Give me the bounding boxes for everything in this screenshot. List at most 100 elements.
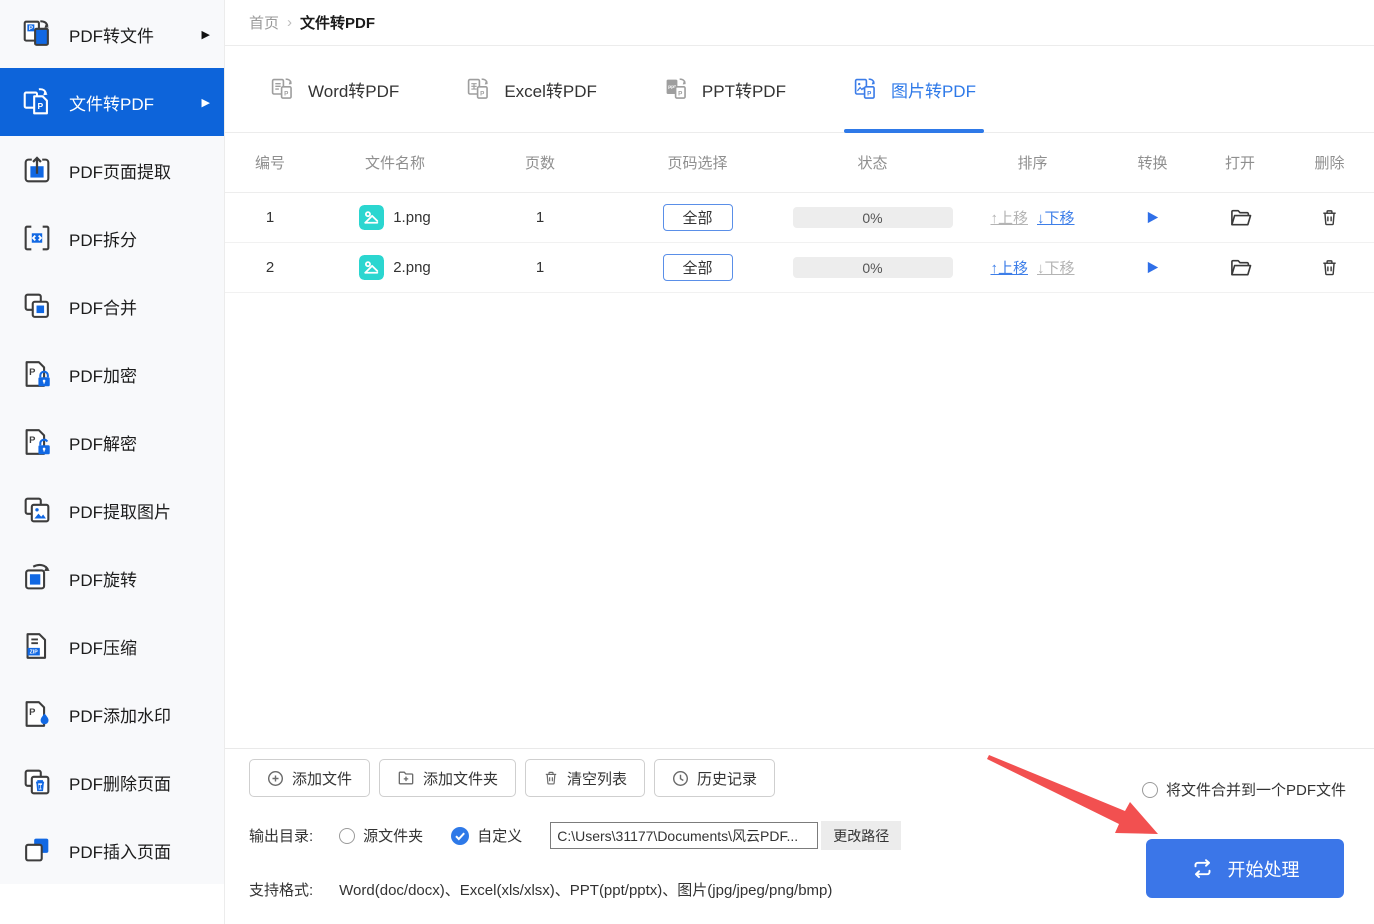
col-header-sort: 排序 <box>1017 155 1048 172</box>
row-filename: 2.png <box>393 259 431 276</box>
page-select-button[interactable]: 全部 <box>662 204 733 231</box>
table-row: 1 1.png 1 全部 0% ↑上移 ↓下移 <box>225 193 1374 243</box>
sidebar-item-watermark[interactable]: P PDF添加水印 <box>0 680 224 748</box>
tab-image-to-pdf[interactable]: P 图片转PDF <box>843 46 984 133</box>
merge-radio[interactable] <box>1141 781 1158 798</box>
conversion-tabs: P Word转PDF P Excel转PDF ppt P PPT转PDF P 图… <box>225 46 1374 133</box>
custom-label: 自定义 <box>477 828 523 845</box>
table-empty-area <box>225 293 1374 748</box>
page-extract-icon <box>24 156 50 183</box>
formats-label: 支持格式: <box>249 882 314 899</box>
formats-value: Word(doc/docx)、Excel(xls/xlsx)、PPT(ppt/p… <box>339 882 833 899</box>
sidebar-item-encrypt[interactable]: P PDF加密 <box>0 340 224 408</box>
sidebar-item-label: PDF删除页面 <box>69 774 171 794</box>
sidebar-item-label: PDF解密 <box>69 434 137 454</box>
png-file-icon <box>359 255 385 280</box>
sidebar-items: P PDF转文件 ▶ P 文件转PDF ▶ PDF页面提取 PDF拆分 PDF合… <box>0 0 224 884</box>
merge-label: 将文件合并到一个PDF文件 <box>1165 782 1346 799</box>
row-filename: 1.png <box>393 209 431 226</box>
sidebar-item-file-to-pdf[interactable]: P 文件转PDF ▶ <box>0 68 224 136</box>
table-header: 编号 文件名称 页数 页码选择 状态 排序 转换 打开 删除 <box>225 133 1374 193</box>
sidebar-item-merge[interactable]: PDF合并 <box>0 272 224 340</box>
delete-row-button[interactable] <box>1285 258 1374 277</box>
list-actions: 添加文件 添加文件夹 清空列表 历史记录 <box>249 759 776 797</box>
pdf-merge-icon <box>24 293 49 318</box>
sidebar-item-label: 文件转PDF <box>69 94 154 114</box>
start-processing-label: 开始处理 <box>1227 859 1300 880</box>
breadcrumb-current: 文件转PDF <box>300 15 376 32</box>
supported-formats-row: 支持格式: Word(doc/docx)、Excel(xls/xlsx)、PPT… <box>249 879 832 900</box>
col-header-page-select: 页码选择 <box>667 155 728 172</box>
add-folder-label: 添加文件夹 <box>423 770 499 788</box>
open-folder-button[interactable] <box>1195 257 1285 278</box>
breadcrumb-separator: › <box>287 14 293 31</box>
clear-list-label: 清空列表 <box>567 770 628 788</box>
sidebar-item-decrypt[interactable]: P PDF解密 <box>0 408 224 476</box>
pdf-encrypt-icon: P <box>25 361 50 387</box>
delete-row-button[interactable] <box>1285 208 1374 227</box>
play-icon <box>1147 211 1159 224</box>
open-folder-button[interactable] <box>1195 207 1285 228</box>
sidebar-item-label: PDF旋转 <box>69 570 137 590</box>
svg-text:P: P <box>29 707 35 718</box>
folder-icon <box>1230 259 1251 276</box>
sidebar-item-extract-image[interactable]: PDF提取图片 <box>0 476 224 544</box>
col-header-index: 编号 <box>254 155 285 172</box>
tab-word-to-pdf[interactable]: P Word转PDF <box>269 46 399 132</box>
pdf-watermark-icon: P <box>25 701 49 727</box>
tab-ppt-to-pdf[interactable]: ppt P PPT转PDF <box>663 46 786 132</box>
col-header-convert: 转换 <box>1137 155 1168 172</box>
row-file: 1.png <box>315 205 475 230</box>
move-up-link[interactable]: ↑上移 <box>990 257 1028 278</box>
clear-list-button[interactable]: 清空列表 <box>525 759 646 797</box>
row-file: 2.png <box>315 255 475 280</box>
add-file-button[interactable]: 添加文件 <box>249 759 371 797</box>
png-file-icon <box>359 205 385 230</box>
pdf-decrypt-icon: P <box>25 429 50 455</box>
output-directory-row: 输出目录: 源文件夹 自定义 更改路径 <box>249 821 902 850</box>
sidebar-item-compress[interactable]: ZIP PDF压缩 <box>0 612 224 680</box>
pdf-to-file-icon: P <box>23 20 49 46</box>
move-down-link[interactable]: ↓下移 <box>1037 207 1075 228</box>
play-icon <box>1147 261 1159 274</box>
output-path-input[interactable] <box>550 822 819 849</box>
custom-radio-checked[interactable] <box>451 826 470 845</box>
svg-text:P: P <box>29 367 35 378</box>
svg-text:P: P <box>867 90 871 97</box>
start-processing-button[interactable]: 开始处理 <box>1146 839 1344 898</box>
clock-icon <box>673 770 689 786</box>
change-path-button[interactable]: 更改路径 <box>821 821 902 850</box>
breadcrumb-home[interactable]: 首页 <box>249 12 279 33</box>
convert-button[interactable] <box>1110 260 1195 275</box>
sidebar-item-label: PDF加密 <box>69 366 137 386</box>
add-folder-button[interactable]: 添加文件夹 <box>379 759 517 797</box>
tab-label: Excel转PDF <box>504 81 597 101</box>
page-select-button[interactable]: 全部 <box>662 254 733 281</box>
sidebar-item-insert-page[interactable]: PDF插入页面 <box>0 816 224 884</box>
sidebar-item-split[interactable]: PDF拆分 <box>0 204 224 272</box>
sidebar-item-page-extract[interactable]: PDF页面提取 <box>0 136 224 204</box>
tab-label: PPT转PDF <box>701 81 786 101</box>
folder-icon <box>1230 209 1251 226</box>
sidebar-item-pdf-to-file[interactable]: P PDF转文件 ▶ <box>0 0 224 68</box>
progress-bar: 0% <box>792 257 953 278</box>
file-to-pdf-icon: P <box>23 88 48 115</box>
sidebar-item-delete-page[interactable]: PDF删除页面 <box>0 748 224 816</box>
pdf-compress-icon: ZIP <box>26 633 47 659</box>
svg-text:P: P <box>29 25 33 32</box>
app-window: P PDF转文件 ▶ P 文件转PDF ▶ PDF页面提取 PDF拆分 PDF合… <box>0 0 1374 924</box>
repeat-icon <box>1194 859 1210 879</box>
sidebar-item-rotate[interactable]: PDF旋转 <box>0 544 224 612</box>
ppt-doc-icon: ppt P <box>666 77 686 99</box>
pdf-rotate-icon <box>25 563 50 590</box>
sidebar-item-label: PDF添加水印 <box>69 706 171 726</box>
add-file-label: 添加文件 <box>292 770 353 788</box>
table-row: 2 2.png 1 全部 0% ↑上移 ↓下移 <box>225 243 1374 293</box>
history-button[interactable]: 历史记录 <box>654 759 776 797</box>
tab-excel-to-pdf[interactable]: P Excel转PDF <box>465 46 597 132</box>
convert-button[interactable] <box>1110 210 1195 225</box>
source-folder-radio[interactable] <box>339 827 356 844</box>
col-header-delete: 删除 <box>1314 155 1345 172</box>
folder-plus-icon <box>398 771 414 785</box>
sidebar-item-label: PDF合并 <box>69 298 137 318</box>
